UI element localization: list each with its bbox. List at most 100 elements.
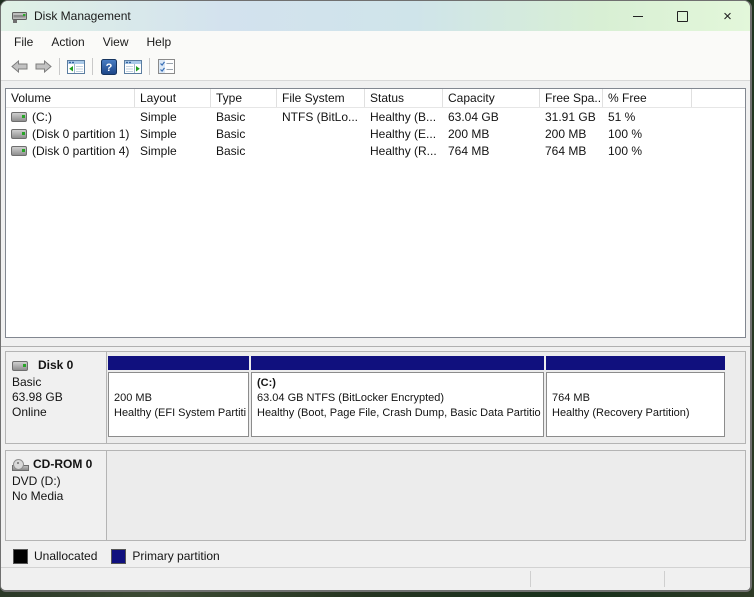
partition-size: 200 MB xyxy=(114,392,152,404)
properties-list-button[interactable] xyxy=(154,56,178,78)
graphical-view: Disk 0 Basic 63.98 GB Online 200 MB Heal… xyxy=(1,347,750,567)
partition-color-bar xyxy=(546,356,725,370)
partition-efi-body[interactable]: 200 MB Healthy (EFI System Partition) xyxy=(108,372,249,437)
legend: Unallocated Primary partition xyxy=(13,547,746,565)
disk0-type: Basic xyxy=(12,375,42,389)
action-pane-icon xyxy=(124,59,142,74)
cdrom-icon xyxy=(12,458,29,471)
column-header-layout[interactable]: Layout xyxy=(135,89,211,107)
partition-size: 764 MB xyxy=(552,392,590,404)
back-button[interactable] xyxy=(7,56,31,78)
partition-c-body[interactable]: (C:) 63.04 GB NTFS (BitLocker Encrypted)… xyxy=(251,372,544,437)
volume-layout: Simple xyxy=(140,143,177,158)
volume-layout: Simple xyxy=(140,126,177,141)
volume-status: Healthy (B... xyxy=(370,109,437,124)
partition-name xyxy=(552,376,722,391)
column-header-filler xyxy=(692,89,745,107)
volume-icon xyxy=(11,111,27,122)
volume-layout: Simple xyxy=(140,109,177,124)
maximize-button[interactable] xyxy=(660,1,705,31)
toolbar-separator xyxy=(149,58,150,75)
disk0-capacity: 63.98 GB xyxy=(12,390,63,404)
volume-row-c[interactable]: (C:) Simple Basic NTFS (BitLo... Healthy… xyxy=(6,108,745,125)
volume-row-partition1[interactable]: (Disk 0 partition 1) Simple Basic Health… xyxy=(6,125,745,142)
cdrom0-info-panel[interactable]: CD-ROM 0 DVD (D:) No Media xyxy=(6,451,107,540)
menu-view[interactable]: View xyxy=(94,33,138,51)
column-header-free-space[interactable]: Free Spa... xyxy=(540,89,603,107)
cdrom0-empty-area[interactable] xyxy=(107,451,745,540)
volume-list-header: Volume Layout Type File System Status Ca… xyxy=(6,89,745,108)
disk-management-window: Disk Management × File Action View Help xyxy=(0,0,752,592)
volume-name: (Disk 0 partition 1) xyxy=(32,126,130,141)
volume-free-space: 31.91 GB xyxy=(545,109,596,124)
console-tree-icon xyxy=(67,59,85,74)
status-bar xyxy=(1,567,750,590)
close-button[interactable]: × xyxy=(705,1,750,31)
partition-status: Healthy (Recovery Partition) xyxy=(552,407,690,419)
menubar: File Action View Help xyxy=(1,31,750,53)
desktop: Disk Management × File Action View Help xyxy=(0,0,754,597)
disk-icon xyxy=(12,360,28,371)
volume-percent-free: 51 % xyxy=(608,109,636,124)
forward-button[interactable] xyxy=(31,56,55,78)
volume-capacity: 764 MB xyxy=(448,143,490,158)
partition-c[interactable]: (C:) 63.04 GB NTFS (BitLocker Encrypted)… xyxy=(251,356,544,437)
toolbar-separator xyxy=(59,58,60,75)
partition-recovery[interactable]: 764 MB Healthy (Recovery Partition) xyxy=(546,356,725,437)
cdrom0-name: CD-ROM 0 xyxy=(33,457,93,471)
minimize-button[interactable] xyxy=(615,1,660,31)
cdrom0-media-status: No Media xyxy=(12,489,64,503)
minimize-icon xyxy=(632,15,643,17)
column-header-status[interactable]: Status xyxy=(365,89,443,107)
partition-recovery-body[interactable]: 764 MB Healthy (Recovery Partition) xyxy=(546,372,725,437)
volume-file-system: NTFS (BitLo... xyxy=(282,109,359,124)
volume-percent-free: 100 % xyxy=(608,126,643,141)
column-header-capacity[interactable]: Capacity xyxy=(443,89,540,107)
volume-percent-free: 100 % xyxy=(608,143,643,158)
legend-label: Unallocated xyxy=(34,549,98,563)
status-bar-divider xyxy=(664,571,665,587)
checklist-icon xyxy=(157,59,175,74)
column-header-file-system[interactable]: File System xyxy=(277,89,365,107)
partition-efi[interactable]: 200 MB Healthy (EFI System Partition) xyxy=(108,356,249,437)
column-header-volume[interactable]: Volume xyxy=(6,89,135,107)
toolbar-separator xyxy=(92,58,93,75)
volume-row-partition4[interactable]: (Disk 0 partition 4) Simple Basic Health… xyxy=(6,142,745,159)
primary-partition-swatch xyxy=(111,548,127,564)
back-arrow-icon xyxy=(10,60,27,73)
column-header-percent-free[interactable]: % Free xyxy=(603,89,692,107)
show-action-pane-button[interactable] xyxy=(121,56,145,78)
pane-splitter[interactable] xyxy=(1,338,750,347)
menu-file[interactable]: File xyxy=(5,33,42,51)
volume-icon xyxy=(11,128,27,139)
volume-status: Healthy (E... xyxy=(370,126,437,141)
disk0-info-panel[interactable]: Disk 0 Basic 63.98 GB Online xyxy=(6,352,107,443)
disk0-row: Disk 0 Basic 63.98 GB Online 200 MB Heal… xyxy=(5,351,746,444)
volume-name: (C:) xyxy=(32,109,52,124)
forward-arrow-icon xyxy=(35,60,52,73)
menu-action[interactable]: Action xyxy=(42,33,93,51)
help-button[interactable]: ? xyxy=(97,56,121,78)
volume-free-space: 764 MB xyxy=(545,143,587,158)
close-icon: × xyxy=(723,7,732,25)
partition-name: (C:) xyxy=(257,377,276,389)
legend-primary-partition: Primary partition xyxy=(111,548,220,564)
partition-color-bar xyxy=(108,356,249,370)
disk-management-icon xyxy=(11,8,28,25)
volume-status: Healthy (R... xyxy=(370,143,437,158)
volume-name: (Disk 0 partition 4) xyxy=(32,143,130,158)
disk0-status: Online xyxy=(12,405,47,419)
toolbar: ? xyxy=(1,53,750,81)
volume-list: Volume Layout Type File System Status Ca… xyxy=(5,88,746,338)
titlebar[interactable]: Disk Management × xyxy=(1,1,750,31)
volume-free-space: 200 MB xyxy=(545,126,587,141)
column-header-type[interactable]: Type xyxy=(211,89,277,107)
partition-status: Healthy (EFI System Partition) xyxy=(114,407,246,419)
status-bar-divider xyxy=(530,571,531,587)
show-console-tree-button[interactable] xyxy=(64,56,88,78)
window-title: Disk Management xyxy=(34,9,131,23)
unallocated-swatch xyxy=(13,548,28,564)
maximize-icon xyxy=(677,10,688,22)
partition-status: Healthy (Boot, Page File, Crash Dump, Ba… xyxy=(257,407,541,419)
menu-help[interactable]: Help xyxy=(138,33,181,51)
